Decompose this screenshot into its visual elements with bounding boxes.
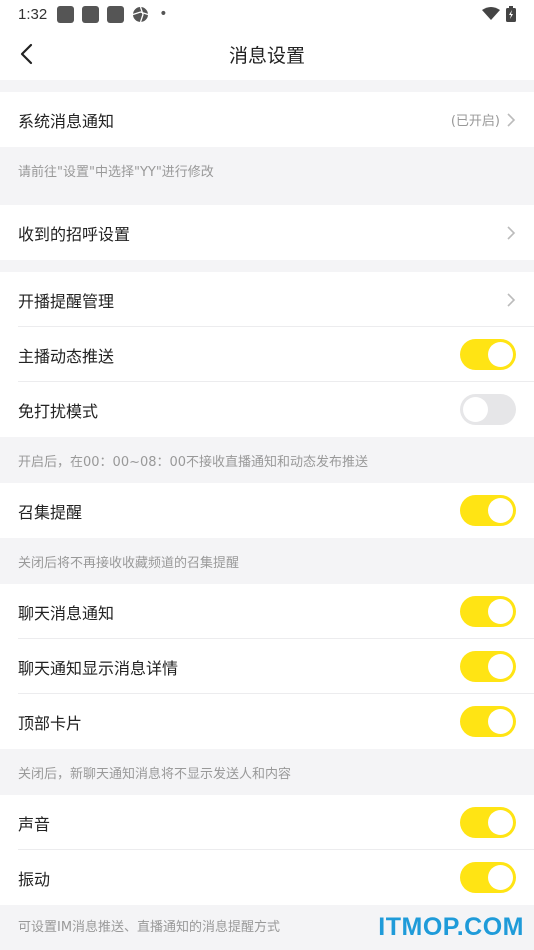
dnd-row: 免打扰模式 [0,382,534,437]
row-label: 收到的招呼设置 [18,224,131,244]
notification-icon [107,5,125,23]
row-label: 声音 [18,814,51,834]
gather-note: 关闭后将不再接收收藏频道的召集提醒 [18,555,240,571]
watermark: ITMOP.COM [378,913,524,941]
back-button[interactable] [12,40,40,68]
top-card-note: 关闭后，新聊天通知消息将不显示发送人和内容 [18,766,292,782]
top-bar: 消息设置 [0,28,534,80]
dot-icon: • [159,6,168,22]
anchor-push-toggle[interactable] [460,339,516,370]
row-label: 聊天通知显示消息详情 [18,658,179,678]
row-label: 召集提醒 [18,502,83,522]
status-value: (已开启) [450,114,500,129]
notification-icon [57,5,75,23]
chat-notify-row: 聊天消息通知 [0,584,534,639]
top-card-row: 顶部卡片 [0,694,534,749]
live-reminder-row[interactable]: 开播提醒管理 [0,272,534,327]
dnd-note: 开启后，在00：00~08：00不接收直播通知和动态发布推送 [18,454,369,470]
page-title: 消息设置 [228,44,305,67]
row-label: 主播动态推送 [18,346,115,366]
sound-toggle[interactable] [460,807,516,838]
gather-reminder-toggle[interactable] [460,495,516,526]
chevron-left-icon [20,43,33,65]
chevron-right-icon [506,225,516,241]
gather-reminder-row: 召集提醒 [0,483,534,538]
chat-notify-toggle[interactable] [460,596,516,627]
row-label: 系统消息通知 [18,111,115,131]
sound-row: 声音 [0,795,534,850]
aperture-icon [132,6,149,23]
system-note: 请前往"设置"中选择"YY"进行修改 [18,164,214,180]
anchor-push-row: 主播动态推送 [0,327,534,382]
system-notification-row[interactable]: 系统消息通知 (已开启) [0,92,534,147]
row-label: 振动 [18,869,51,889]
status-bar: 1:32 • [0,0,534,28]
row-label: 顶部卡片 [18,713,83,733]
chat-detail-row: 聊天通知显示消息详情 [0,639,534,694]
greeting-settings-row[interactable]: 收到的招呼设置 [0,205,534,260]
vibrate-row: 振动 [0,850,534,905]
row-label: 聊天消息通知 [18,603,115,623]
top-card-toggle[interactable] [460,706,516,737]
dnd-toggle[interactable] [460,394,516,425]
vibrate-toggle[interactable] [460,862,516,893]
chat-detail-toggle[interactable] [460,651,516,682]
status-time: 1:32 [18,5,48,23]
wifi-icon [482,7,500,21]
row-label: 开播提醒管理 [18,291,115,311]
chevron-right-icon [506,112,516,128]
battery-icon [506,6,516,22]
notification-icon [82,5,100,23]
row-label: 免打扰模式 [18,401,99,421]
chevron-right-icon [506,292,516,308]
